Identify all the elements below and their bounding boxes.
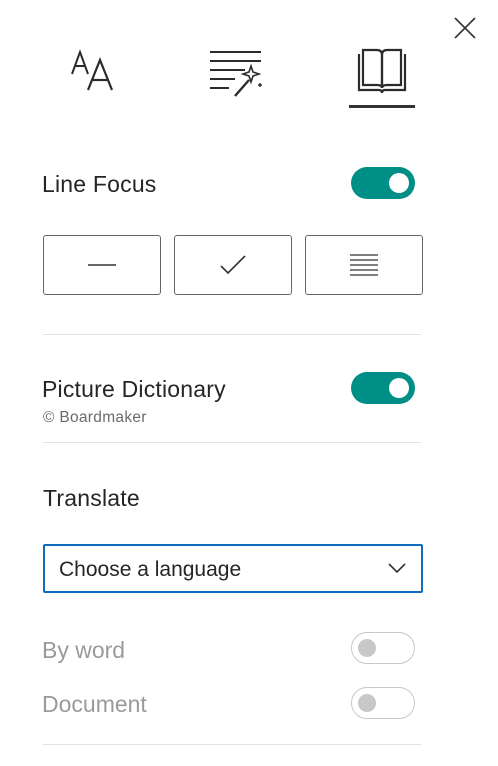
toggle-knob	[358, 694, 376, 712]
by-word-toggle[interactable]	[351, 632, 415, 664]
chevron-down-icon	[387, 561, 407, 575]
picture-dictionary-label: Picture Dictionary	[42, 376, 226, 402]
line-focus-five-lines-button[interactable]	[305, 235, 423, 295]
translate-label: Translate	[43, 485, 140, 511]
language-dropdown[interactable]: Choose a language	[43, 544, 423, 593]
close-icon[interactable]	[451, 14, 479, 42]
text-size-icon	[71, 49, 114, 91]
divider	[43, 744, 421, 745]
by-word-label: By word	[42, 637, 126, 663]
language-dropdown-value: Choose a language	[59, 558, 242, 581]
tab-grammar-options[interactable]	[205, 44, 267, 110]
line-focus-toggle[interactable]	[351, 167, 415, 199]
divider	[43, 442, 421, 443]
boardmaker-credit: © Boardmaker	[43, 409, 147, 426]
grammar-options-icon	[210, 51, 262, 97]
picture-dictionary-toggle[interactable]	[351, 372, 415, 404]
active-tab-indicator	[349, 105, 415, 108]
line-focus-three-lines-button[interactable]	[174, 235, 292, 295]
tab-reading-preferences[interactable]	[349, 44, 415, 110]
reader-options-panel: Line Focus Picture Dictionary © Boardmak…	[0, 0, 498, 766]
line-focus-one-line-button[interactable]	[43, 235, 161, 295]
book-icon	[357, 48, 407, 94]
line-focus-label: Line Focus	[42, 171, 157, 197]
tab-text-preferences[interactable]	[66, 44, 122, 110]
toggle-knob	[358, 639, 376, 657]
document-label: Document	[42, 691, 147, 717]
single-line-icon	[88, 264, 116, 266]
divider	[43, 334, 421, 335]
toggle-knob	[389, 378, 409, 398]
multi-line-icon	[350, 254, 378, 276]
checkmark-icon	[220, 255, 246, 275]
document-toggle[interactable]	[351, 687, 415, 719]
toggle-knob	[389, 173, 409, 193]
